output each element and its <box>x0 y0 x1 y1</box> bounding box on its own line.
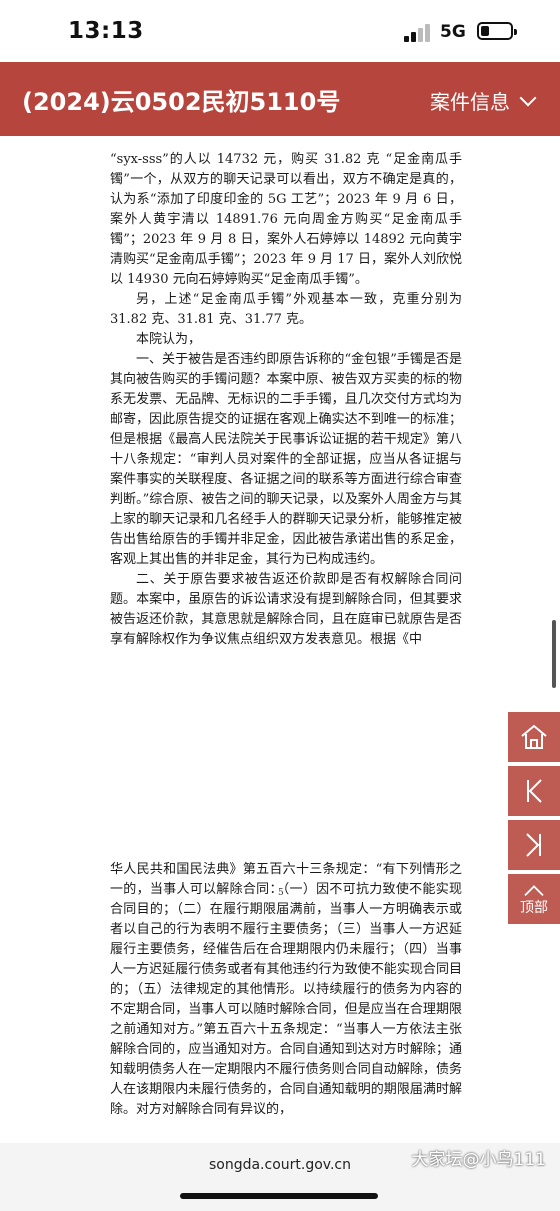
chevron-down-icon <box>519 89 537 106</box>
status-time: 13:13 <box>68 18 144 44</box>
scrollbar-thumb[interactable] <box>552 620 556 688</box>
next-icon <box>526 833 541 857</box>
side-navigation: 顶部 <box>508 712 560 928</box>
doc-paragraph: “syx-sss”的人以 14732 元，购买 31.82 克 “足金南瓜手镯”… <box>110 152 462 287</box>
case-info-menu-button[interactable]: 案件信息 <box>430 86 537 115</box>
document-page-6: 华人民共和国民法典》第五百六十三条规定：“有下列情形之一的，当事人可以解除合同：… <box>0 860 560 1120</box>
cellular-signal-icon <box>404 24 432 42</box>
case-info-label: 案件信息 <box>430 90 510 114</box>
battery-icon <box>477 22 517 40</box>
doc-paragraph: 二、关于原告要求被告返还价款即是否有权解除合同问题。本案中，虽原告的诉讼请求没有… <box>110 572 462 647</box>
doc-paragraph: 华人民共和国民法典》第五百六十三条规定：“有下列情形之一的，当事人可以解除合同：… <box>110 862 462 1117</box>
watermark-text: 大家坛@小鸟111 <box>411 1150 546 1170</box>
back-to-top-label: 顶部 <box>520 900 548 916</box>
status-bar: 13:13 5G <box>0 0 560 62</box>
doc-paragraph: 本院认为， <box>136 332 202 347</box>
next-page-button[interactable] <box>508 820 560 870</box>
home-button[interactable] <box>508 712 560 762</box>
network-type: 5G <box>440 22 466 42</box>
case-header: (2024)云0502民初5110号 案件信息 <box>0 62 560 136</box>
doc-paragraph: 另，上述“足金南瓜手镯”外观基本一致，克重分别为 31.82 克、31.81 克… <box>110 292 462 327</box>
document-page-5: “syx-sss”的人以 14732 元，购买 31.82 克 “足金南瓜手镯”… <box>0 150 560 898</box>
case-number-title: (2024)云0502民初5110号 <box>22 88 341 116</box>
home-indicator[interactable] <box>180 1193 378 1199</box>
home-icon <box>521 724 547 749</box>
previous-page-button[interactable] <box>508 766 560 816</box>
back-to-top-button[interactable]: 顶部 <box>508 874 560 924</box>
doc-paragraph: 一、关于被告是否违约即原告诉称的“金包银”手镯是否是其向被告购买的手镯问题？本案… <box>110 352 462 567</box>
previous-icon <box>527 779 542 803</box>
